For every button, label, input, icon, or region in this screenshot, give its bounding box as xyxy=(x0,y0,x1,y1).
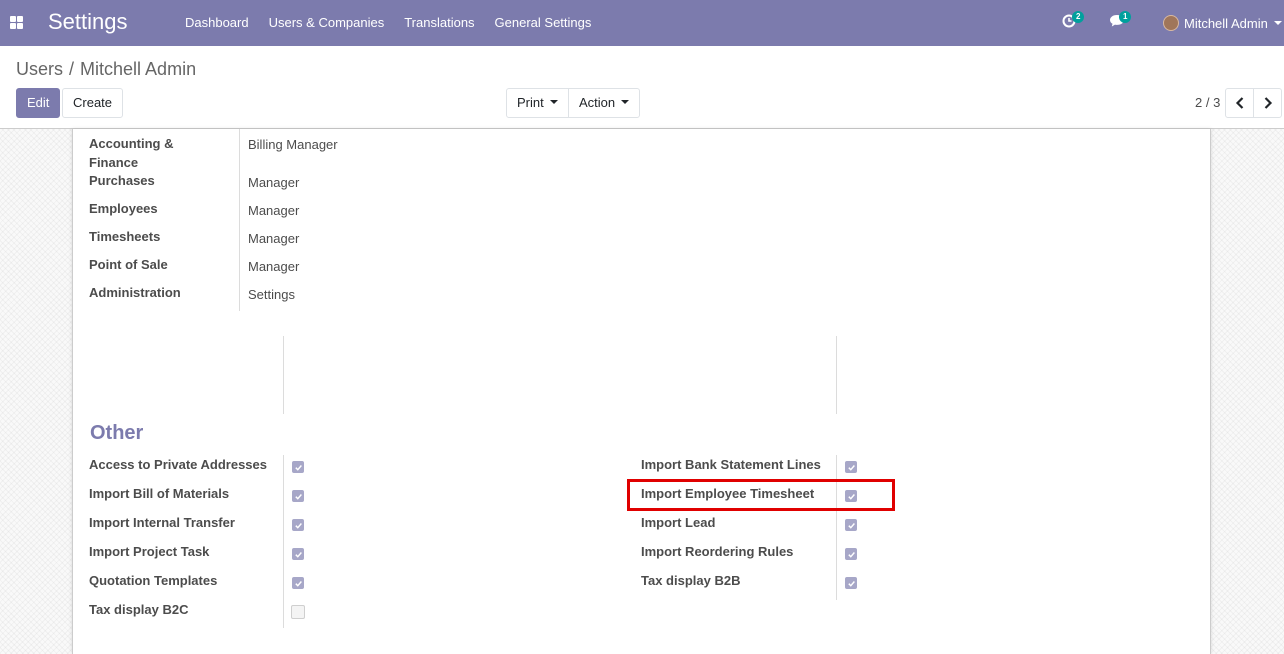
activity-clock-icon[interactable]: 2 xyxy=(1062,11,1085,30)
user-avatar xyxy=(1163,15,1179,31)
group-divider xyxy=(283,336,284,414)
pager-previous-button[interactable] xyxy=(1225,88,1254,118)
checkbox-import-bill-of-materials[interactable] xyxy=(292,490,304,502)
checkbox-import-internal-transfer[interactable] xyxy=(292,519,304,531)
control-panel: Users / Mitchell Admin Edit Create Print… xyxy=(0,46,1284,129)
menu-item-dashboard[interactable]: Dashboard xyxy=(175,0,259,46)
access-label-accounting: Accounting & Finance xyxy=(89,136,174,170)
highlight-box xyxy=(627,479,895,511)
print-dropdown-button[interactable]: Print xyxy=(506,88,569,118)
top-navbar: Settings Dashboard Users & Companies Tra… xyxy=(0,0,1284,46)
app-name[interactable]: Settings xyxy=(48,9,128,35)
caret-down-icon xyxy=(1273,21,1282,25)
section-title-other: Other xyxy=(90,422,144,444)
check-icon xyxy=(294,464,302,471)
caret-down-icon xyxy=(549,99,558,104)
access-value-timesheets[interactable]: Manager xyxy=(248,229,299,248)
check-icon xyxy=(847,551,855,558)
label-access-private-addresses: Access to Private Addresses xyxy=(89,457,268,472)
checkbox-import-lead[interactable] xyxy=(845,519,857,531)
check-icon xyxy=(294,580,302,587)
chevron-right-icon xyxy=(1264,97,1272,109)
create-button[interactable]: Create xyxy=(62,88,124,118)
access-label-employees: Employees xyxy=(89,201,158,216)
pager-next-button[interactable] xyxy=(1253,88,1282,118)
label-quotation-templates: Quotation Templates xyxy=(89,573,218,588)
column-divider xyxy=(836,455,837,600)
caret-down-icon xyxy=(621,99,630,104)
pager-value[interactable]: 2 / 3 xyxy=(1195,95,1220,110)
label-tax-display-b2b: Tax display B2B xyxy=(641,573,741,588)
label-import-bank-statement-lines: Import Bank Statement Lines xyxy=(641,457,821,472)
form-sheet: Accounting & Finance Billing Manager Pur… xyxy=(72,129,1211,654)
user-name: Mitchell Admin xyxy=(1184,15,1268,31)
user-menu[interactable]: Mitchell Admin xyxy=(1163,0,1282,46)
form-view-background: Accounting & Finance Billing Manager Pur… xyxy=(0,129,1284,654)
message-count-badge: 1 xyxy=(1119,11,1132,23)
access-label-purchases: Purchases xyxy=(89,173,155,188)
chevron-left-icon xyxy=(1235,97,1243,109)
column-divider xyxy=(283,455,284,628)
activity-count-badge: 2 xyxy=(1072,11,1085,23)
check-icon xyxy=(847,464,855,471)
label-tax-display-b2c: Tax display B2C xyxy=(89,602,189,617)
label-import-reordering-rules: Import Reordering Rules xyxy=(641,544,794,559)
messages-chat-icon[interactable]: 1 xyxy=(1109,11,1132,30)
main-menu: Dashboard Users & Companies Translations… xyxy=(175,0,601,46)
label-import-project-task: Import Project Task xyxy=(89,544,210,559)
action-label: Action xyxy=(579,95,616,110)
action-dropdown-button[interactable]: Action xyxy=(568,88,641,118)
check-icon xyxy=(847,522,855,529)
group-divider xyxy=(836,336,837,414)
access-value-purchases[interactable]: Manager xyxy=(248,173,299,192)
breadcrumb-current: Mitchell Admin xyxy=(80,59,197,79)
edit-button[interactable]: Edit xyxy=(16,88,61,118)
checkbox-access-private-addresses[interactable] xyxy=(292,461,304,473)
checkbox-import-bank-statement-lines[interactable] xyxy=(845,461,857,473)
check-icon xyxy=(294,551,302,558)
print-label: Print xyxy=(517,95,544,110)
breadcrumb-separator: / xyxy=(69,59,75,79)
checkbox-import-project-task[interactable] xyxy=(292,548,304,560)
menu-item-translations[interactable]: Translations xyxy=(394,0,484,46)
checkbox-tax-display-b2b[interactable] xyxy=(845,577,857,589)
check-icon xyxy=(847,580,855,587)
access-value-point-of-sale[interactable]: Manager xyxy=(248,257,299,276)
access-value-administration[interactable]: Settings xyxy=(248,285,295,304)
check-icon xyxy=(294,493,302,500)
access-label-administration: Administration xyxy=(89,285,181,300)
access-label-point-of-sale: Point of Sale xyxy=(89,257,168,272)
apps-menu-icon[interactable] xyxy=(10,16,23,29)
label-import-bill-of-materials: Import Bill of Materials xyxy=(89,486,230,501)
menu-item-general-settings[interactable]: General Settings xyxy=(485,0,602,46)
check-icon xyxy=(294,522,302,529)
breadcrumb: Users / Mitchell Admin xyxy=(16,59,196,80)
checkbox-tax-display-b2c[interactable] xyxy=(291,605,305,619)
label-import-lead: Import Lead xyxy=(641,515,716,530)
breadcrumb-parent[interactable]: Users xyxy=(16,59,63,80)
menu-item-users-companies[interactable]: Users & Companies xyxy=(259,0,395,46)
access-value-employees[interactable]: Manager xyxy=(248,201,299,220)
access-value-accounting[interactable]: Billing Manager xyxy=(248,135,338,154)
checkbox-quotation-templates[interactable] xyxy=(292,577,304,589)
access-label-timesheets: Timesheets xyxy=(89,229,161,244)
label-import-internal-transfer: Import Internal Transfer xyxy=(89,515,235,530)
checkbox-import-reordering-rules[interactable] xyxy=(845,548,857,560)
column-divider xyxy=(239,129,240,311)
